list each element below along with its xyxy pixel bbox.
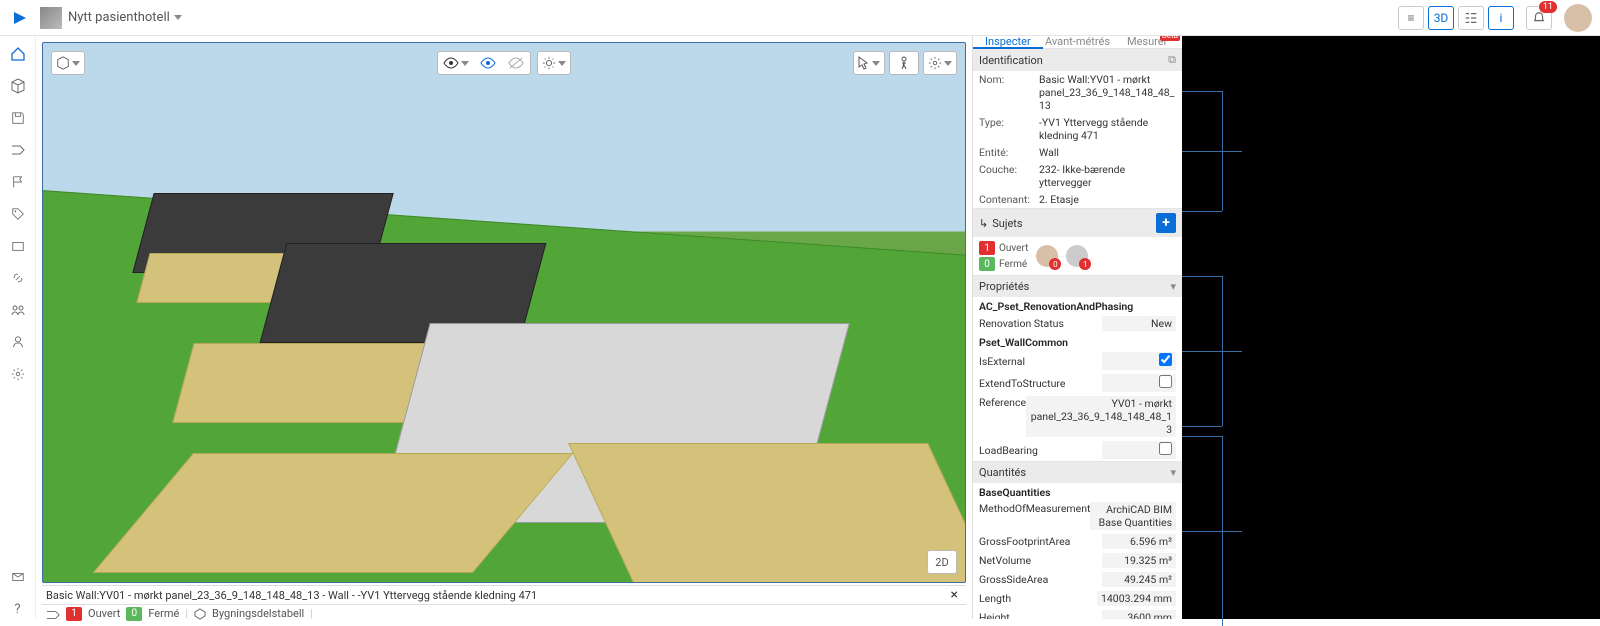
- ident-name: Basic Wall:YV01 - mørkt panel_23_36_9_14…: [1039, 73, 1176, 112]
- tab-avant-metres[interactable]: Avant-métrés: [1043, 36, 1113, 48]
- footer-closed-badge: 0: [126, 607, 142, 621]
- selection-bar: Basic Wall:YV01 - mørkt panel_23_36_9_14…: [42, 585, 966, 604]
- user-avatar[interactable]: [1564, 4, 1592, 32]
- nav-save-icon[interactable]: [8, 108, 28, 128]
- nav-box-icon[interactable]: [8, 236, 28, 256]
- select-mode-button[interactable]: [853, 51, 885, 75]
- qty-row: Height3600 mm: [973, 608, 1182, 619]
- viewport-footer: Basic Wall:YV01 - mørkt panel_23_36_9_14…: [42, 585, 966, 619]
- footer-path-icon[interactable]: [46, 608, 60, 620]
- settings-button[interactable]: [923, 51, 957, 75]
- sun-button[interactable]: [537, 51, 571, 75]
- content-area: 2D Basic Wall:YV01 - mørkt panel_23_36_9…: [36, 36, 1600, 619]
- view-list-button[interactable]: ≡: [1398, 6, 1424, 30]
- header-tabs: ≡ 3D i 11: [1398, 4, 1592, 32]
- project-selector[interactable]: Nytt pasienthotell: [68, 10, 182, 25]
- qty-row: GrossFootprintArea6.596 m²: [973, 532, 1182, 551]
- vis-show-button[interactable]: [439, 53, 473, 73]
- chevron-down-icon: [174, 15, 182, 20]
- section-title: Identification: [979, 54, 1043, 67]
- prop-group: Pset_WallCommon: [973, 333, 1182, 350]
- view-tree-button[interactable]: [1458, 6, 1484, 30]
- walk-button[interactable]: [889, 51, 919, 75]
- vis-isolate-button[interactable]: [475, 53, 501, 73]
- section-title: Sujets: [992, 217, 1022, 230]
- nav-cube-icon[interactable]: [8, 76, 28, 96]
- tab-inspecter[interactable]: Inspecter: [973, 36, 1043, 48]
- selection-label: Basic Wall:YV01 - mørkt panel_23_36_9_14…: [46, 589, 537, 602]
- project-thumbnail: [40, 7, 62, 29]
- app-logo-icon[interactable]: [8, 6, 32, 30]
- ident-entity: Wall: [1039, 146, 1176, 159]
- prop-reference: YV01 - mørkt panel_23_36_9_148_148_48_13: [1026, 396, 1176, 437]
- chevron-down-icon: [72, 61, 80, 66]
- add-subject-button[interactable]: +: [1156, 213, 1176, 233]
- nav-group-icon[interactable]: [8, 300, 28, 320]
- expand-icon[interactable]: ⧉: [1168, 53, 1176, 67]
- prop-loadbearing-checkbox[interactable]: [1159, 442, 1172, 455]
- ident-type: -YV1 Yttervegg stående kledning 471: [1039, 116, 1176, 142]
- tab-mesurer[interactable]: Mesurer Beta: [1112, 36, 1182, 48]
- annotation-area: [1182, 36, 1600, 619]
- nav-help-icon[interactable]: ?: [8, 599, 28, 619]
- footer-table-label[interactable]: Bygningsdelstabell: [212, 607, 304, 620]
- ident-layer: 232- Ikke-bærende yttervegger: [1039, 163, 1176, 189]
- section-identification: Identification ⧉ Nom:Basic Wall:YV01 - m…: [973, 49, 1182, 209]
- close-selection-button[interactable]: ×: [947, 587, 962, 603]
- project-name-label: Nytt pasienthotell: [68, 10, 170, 25]
- section-title: Propriétés: [979, 280, 1029, 293]
- footer-table-icon[interactable]: [194, 608, 206, 620]
- inspector-panel: Inspecter Avant-métrés Mesurer Beta Iden…: [972, 36, 1182, 619]
- qty-mom: ArchiCAD BIM Base Quantities: [1090, 502, 1176, 530]
- view-info-button[interactable]: i: [1488, 6, 1514, 30]
- section-properties: Propriétés ▾ AC_Pset_RenovationAndPhasin…: [973, 276, 1182, 462]
- prop-extend-checkbox[interactable]: [1159, 375, 1172, 388]
- 3d-viewport[interactable]: 2D: [42, 42, 966, 583]
- nav-gear-icon[interactable]: [8, 364, 28, 384]
- qty-row: NetVolume19.325 m³: [973, 551, 1182, 570]
- footer-open-label: Ouvert: [88, 607, 120, 620]
- nav-user-icon[interactable]: [8, 332, 28, 352]
- subject-avatar-1[interactable]: 0: [1036, 245, 1058, 267]
- view-cube-button[interactable]: [51, 51, 85, 75]
- beta-badge: Beta: [1160, 36, 1180, 41]
- notifications-button[interactable]: 11: [1526, 6, 1552, 30]
- section-subjects: ↳Sujets + 1Ouvert 0Fermé 0 1: [973, 209, 1182, 276]
- section-title: Quantités: [979, 466, 1026, 479]
- nav-tag-icon[interactable]: [8, 204, 28, 224]
- inspector-tabs: Inspecter Avant-métrés Mesurer Beta: [973, 36, 1182, 49]
- footer-closed-label: Fermé: [148, 607, 179, 620]
- viewport-wrap: 2D Basic Wall:YV01 - mørkt panel_23_36_9…: [36, 36, 972, 619]
- notif-badge: 11: [1539, 1, 1557, 13]
- nav-mail-icon[interactable]: [8, 567, 28, 587]
- qty-row: Length14003.294 mm: [973, 589, 1182, 608]
- footer-open-badge: 1: [66, 607, 82, 621]
- view-3d-button[interactable]: 3D: [1428, 6, 1454, 30]
- scene-3d: [43, 43, 965, 582]
- path-icon: ↳: [979, 217, 988, 230]
- visibility-group: [437, 51, 531, 75]
- filter-icon[interactable]: ▾: [1170, 280, 1176, 293]
- section-quantities: Quantités ▾ BaseQuantities MethodOfMeasu…: [973, 462, 1182, 619]
- filter-icon[interactable]: ▾: [1170, 466, 1176, 479]
- prop-group: AC_Pset_RenovationAndPhasing: [973, 297, 1182, 314]
- nav-path-icon[interactable]: [8, 140, 28, 160]
- view-2d-button[interactable]: 2D: [927, 550, 957, 574]
- qty-group: BaseQuantities: [973, 483, 1182, 500]
- nav-flag-icon[interactable]: [8, 172, 28, 192]
- app-header: Nytt pasienthotell ≡ 3D i 11: [0, 0, 1600, 36]
- nav-link-icon[interactable]: [8, 268, 28, 288]
- prop-renovation-status: New: [1102, 316, 1176, 331]
- left-nav-rail: ?: [0, 36, 36, 619]
- ident-container: 2. Etasje: [1039, 193, 1176, 206]
- qty-row: GrossSideArea49.245 m²: [973, 570, 1182, 589]
- nav-home-icon[interactable]: [8, 44, 28, 64]
- prop-isexternal-checkbox[interactable]: [1159, 353, 1172, 366]
- vis-hide-button[interactable]: [503, 53, 529, 73]
- subject-avatar-2[interactable]: 1: [1066, 245, 1088, 267]
